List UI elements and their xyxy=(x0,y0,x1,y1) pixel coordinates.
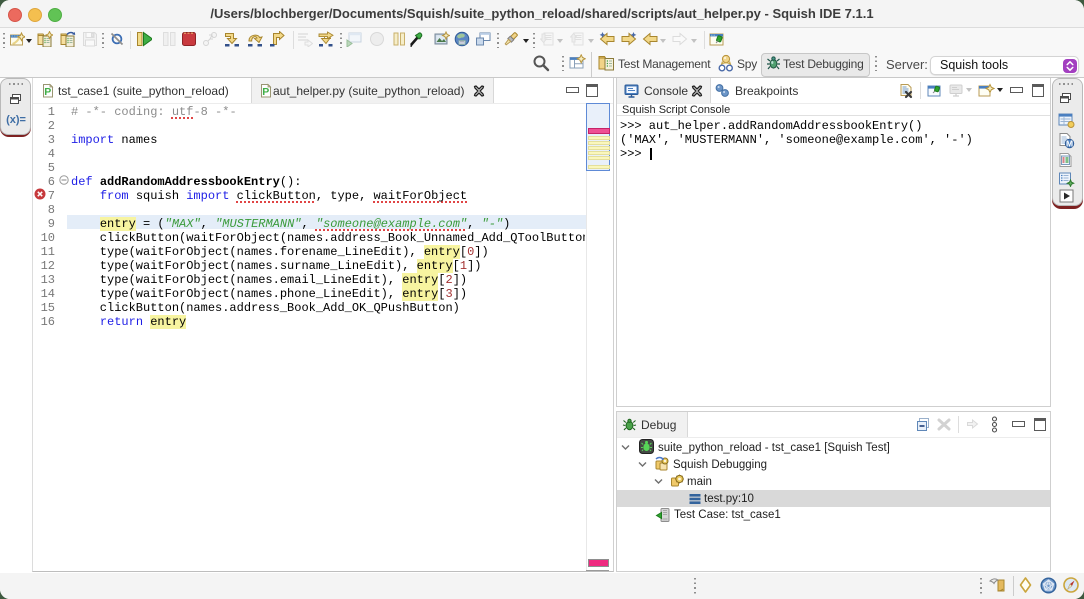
svg-text:M: M xyxy=(1066,139,1073,149)
svg-text:P: P xyxy=(262,86,269,98)
svg-text:P: P xyxy=(44,86,51,98)
